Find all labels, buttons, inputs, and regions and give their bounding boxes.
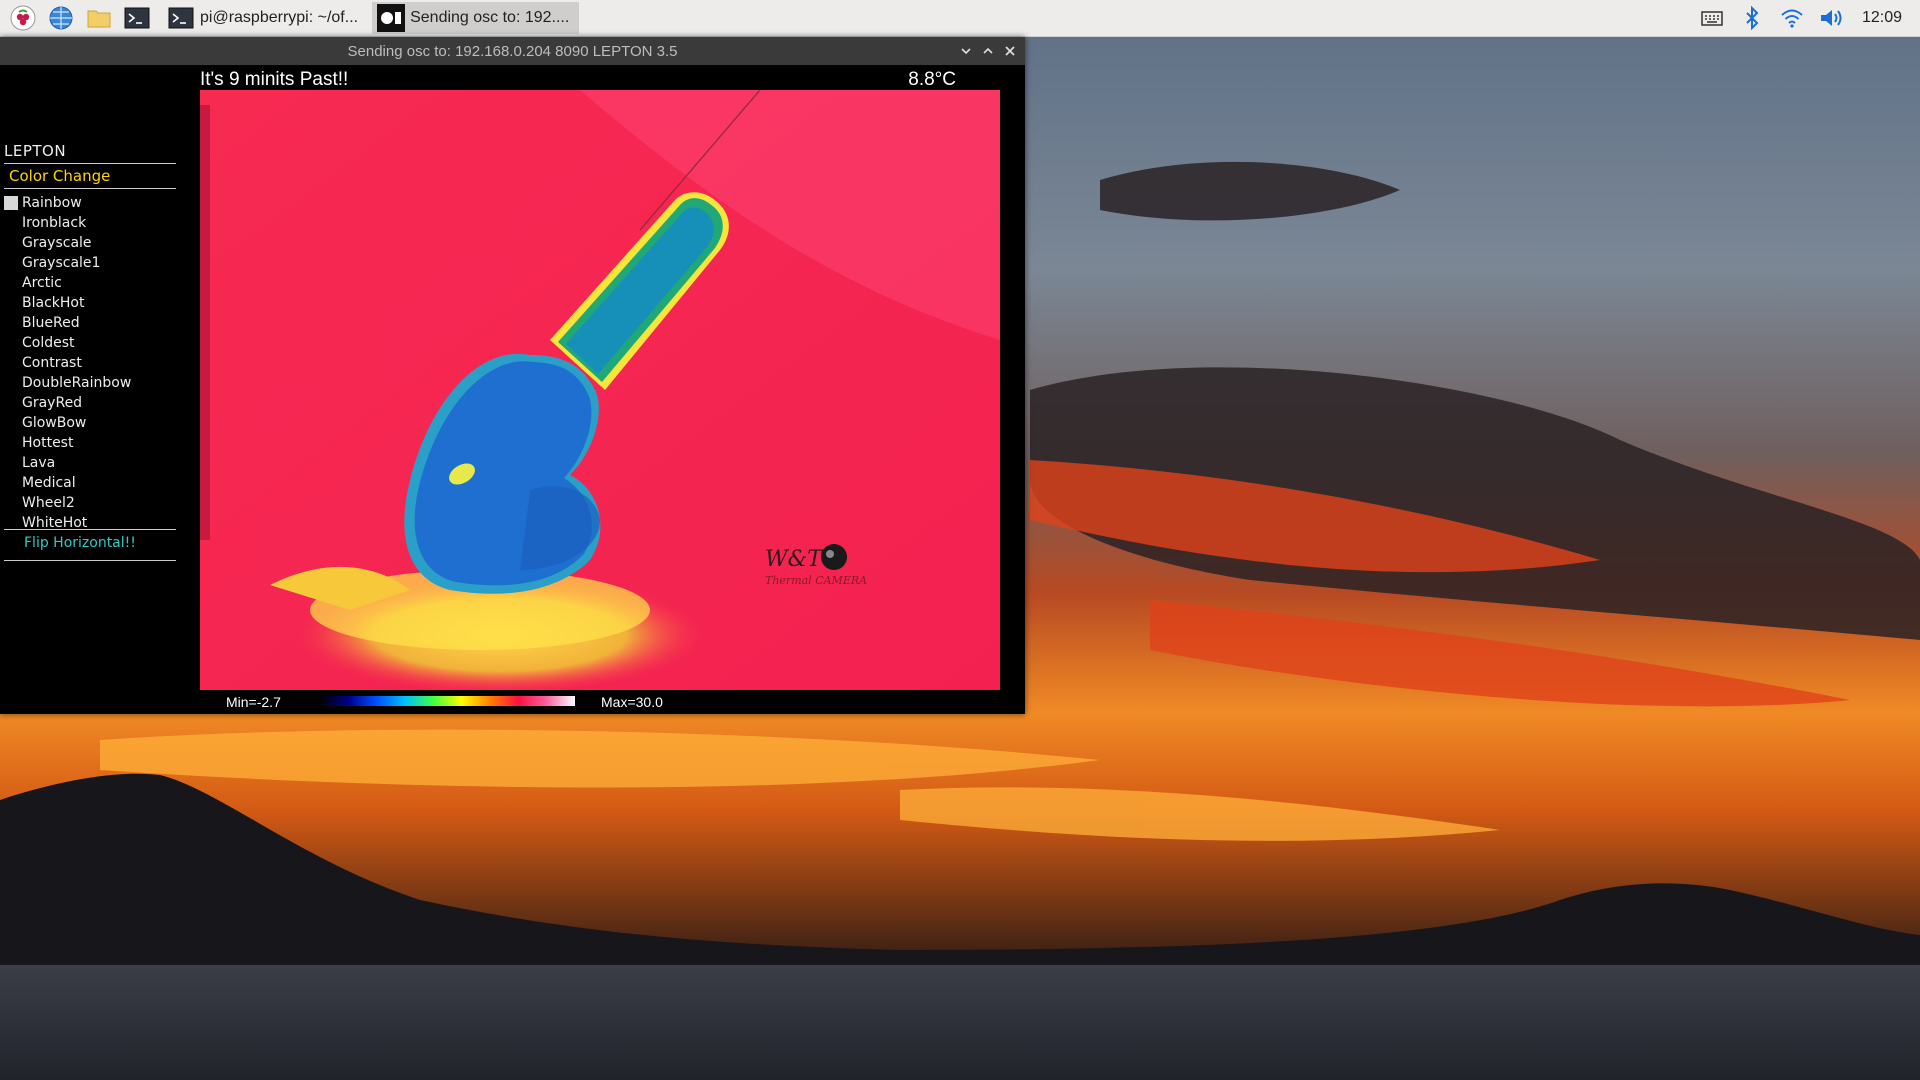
palette-item-doublerainbow[interactable]: DoubleRainbow xyxy=(4,373,131,393)
system-tray: 12:09 xyxy=(1698,0,1920,36)
divider xyxy=(4,163,176,164)
terminal-icon xyxy=(166,3,196,33)
selection-checkbox xyxy=(4,476,18,490)
selection-checkbox xyxy=(4,396,18,410)
sidebar-title: LEPTON xyxy=(4,142,67,160)
palette-list: Rainbow Ironblack Grayscale Grayscale1 Arcti… xyxy=(4,193,131,533)
palette-item-glowbow[interactable]: GlowBow xyxy=(4,413,131,433)
selection-checkbox xyxy=(4,416,18,430)
keyboard-icon[interactable] xyxy=(1698,4,1726,32)
palette-label: Ironblack xyxy=(22,215,87,231)
volume-icon[interactable] xyxy=(1818,4,1846,32)
svg-text:Thermal CAMERA: Thermal CAMERA xyxy=(765,574,867,587)
palette-item-whitehot[interactable]: WhiteHot xyxy=(4,513,131,533)
palette-label: Grayscale1 xyxy=(22,255,101,271)
spot-temperature: 8.8°C xyxy=(908,69,956,90)
selection-checkbox xyxy=(4,316,18,330)
palette-label: Wheel2 xyxy=(22,495,75,511)
palette-item-ironblack[interactable]: Ironblack xyxy=(4,213,131,233)
max-temperature-label: Max=30.0 xyxy=(601,694,663,710)
window-title: Sending osc to: 192.168.0.204 8090 LEPTO… xyxy=(347,42,678,60)
clock[interactable]: 12:09 xyxy=(1862,9,1902,27)
palette-label: Medical xyxy=(22,475,76,491)
lepton-window: Sending osc to: 192.168.0.204 8090 LEPTO… xyxy=(0,37,1025,714)
taskbar: pi@raspberrypi: ~/of... Sending osc to: … xyxy=(0,0,1920,37)
divider xyxy=(4,188,176,189)
palette-sidebar: LEPTON Color Change Rainbow Ironblack Gray… xyxy=(0,65,180,714)
divider xyxy=(4,529,176,530)
selection-checkbox xyxy=(4,276,18,290)
palette-item-blackhot[interactable]: BlackHot xyxy=(4,293,131,313)
close-icon[interactable] xyxy=(999,40,1021,62)
selection-checkbox xyxy=(4,336,18,350)
palette-label: BlueRed xyxy=(22,315,80,331)
palette-item-contrast[interactable]: Contrast xyxy=(4,353,131,373)
file-manager-icon[interactable] xyxy=(84,3,114,33)
selection-checkbox xyxy=(4,236,18,250)
palette-item-rainbow[interactable]: Rainbow xyxy=(4,193,131,213)
elapsed-message: It's 9 minits Past!! xyxy=(200,69,349,90)
palette-item-grayred[interactable]: GrayRed xyxy=(4,393,131,413)
palette-label: Contrast xyxy=(22,355,82,371)
palette-label: BlackHot xyxy=(22,295,85,311)
watermark-text: W&T xyxy=(765,547,824,572)
bluetooth-icon[interactable] xyxy=(1738,4,1766,32)
task-label: Sending osc to: 192.... xyxy=(410,9,570,26)
palette-label: GrayRed xyxy=(22,395,83,411)
palette-item-bluered[interactable]: BlueRed xyxy=(4,313,131,333)
palette-item-hottest[interactable]: Hottest xyxy=(4,433,131,453)
palette-item-grayscale[interactable]: Grayscale xyxy=(4,233,131,253)
selection-checkbox xyxy=(4,516,18,530)
selection-checkbox xyxy=(4,356,18,370)
palette-label: Arctic xyxy=(22,275,62,291)
wifi-icon[interactable] xyxy=(1778,4,1806,32)
color-scale-bar xyxy=(320,696,575,706)
palette-label: Grayscale xyxy=(22,235,92,251)
task-label: pi@raspberrypi: ~/of... xyxy=(200,9,359,26)
palette-item-medical[interactable]: Medical xyxy=(4,473,131,493)
thermal-image[interactable]: W&T Thermal CAMERA xyxy=(200,90,1000,690)
raspberry-menu-icon[interactable] xyxy=(8,3,38,33)
openframeworks-icon xyxy=(376,3,406,33)
window-controls xyxy=(955,37,1021,65)
palette-item-lava[interactable]: Lava xyxy=(4,453,131,473)
divider xyxy=(4,560,176,561)
color-change-heading: Color Change xyxy=(9,167,111,185)
flip-horizontal-button[interactable]: Flip Horizontal!! xyxy=(24,535,136,551)
palette-label: Rainbow xyxy=(22,195,82,211)
min-temperature-label: Min=-2.7 xyxy=(226,694,281,710)
palette-label: Coldest xyxy=(22,335,75,351)
palette-label: Lava xyxy=(22,455,56,471)
palette-item-wheel2[interactable]: Wheel2 xyxy=(4,493,131,513)
palette-item-arctic[interactable]: Arctic xyxy=(4,273,131,293)
selection-checkbox xyxy=(4,296,18,310)
selection-checkbox xyxy=(4,196,18,210)
palette-item-coldest[interactable]: Coldest xyxy=(4,333,131,353)
palette-label: GlowBow xyxy=(22,415,87,431)
selection-checkbox xyxy=(4,256,18,270)
web-browser-icon[interactable] xyxy=(46,3,76,33)
minimize-icon[interactable] xyxy=(955,40,977,62)
terminal-icon[interactable] xyxy=(122,3,152,33)
maximize-icon[interactable] xyxy=(977,40,999,62)
palette-label: Hottest xyxy=(22,435,74,451)
selection-checkbox xyxy=(4,376,18,390)
palette-item-grayscale1[interactable]: Grayscale1 xyxy=(4,253,131,273)
selection-checkbox xyxy=(4,496,18,510)
palette-label: DoubleRainbow xyxy=(22,375,132,391)
temperature-scale: Min=-2.7 Max=30.0 xyxy=(200,690,1000,714)
selection-checkbox xyxy=(4,436,18,450)
selection-checkbox xyxy=(4,216,18,230)
selection-checkbox xyxy=(4,456,18,470)
taskbar-task-terminal[interactable]: pi@raspberrypi: ~/of... xyxy=(162,2,368,34)
taskbar-task-lepton[interactable]: Sending osc to: 192.... xyxy=(372,2,580,34)
window-titlebar[interactable]: Sending osc to: 192.168.0.204 8090 LEPTO… xyxy=(0,37,1025,65)
